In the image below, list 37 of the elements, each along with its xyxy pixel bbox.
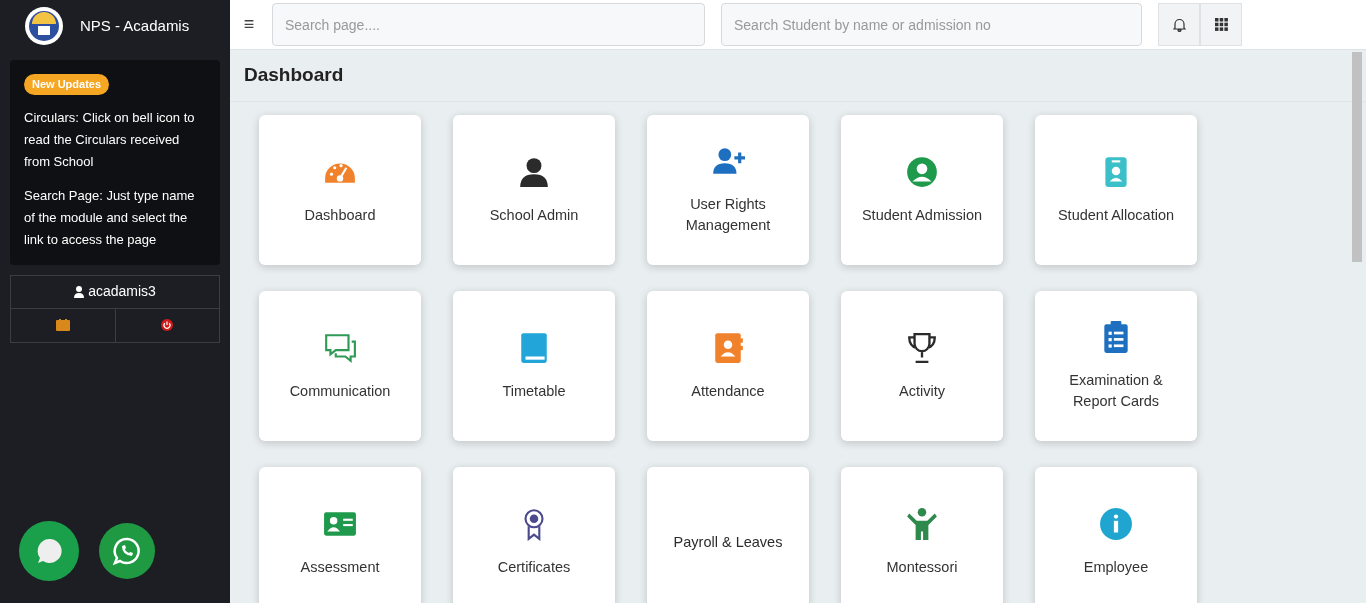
module-tile[interactable]: Payroll & Leaves	[647, 467, 809, 603]
chat-bubble-icon	[35, 537, 63, 565]
module-tile[interactable]: User Rights Management	[647, 115, 809, 265]
calendar-icon	[55, 319, 70, 331]
app-title: NPS - Acadamis	[80, 15, 190, 36]
power-icon	[161, 319, 174, 331]
module-tile[interactable]: Communication	[259, 291, 421, 441]
whatsapp-button[interactable]	[99, 523, 155, 579]
bell-icon	[1172, 17, 1186, 32]
module-tile[interactable]: Certificates	[453, 467, 615, 603]
module-tile[interactable]: Montessori	[841, 467, 1003, 603]
module-tile[interactable]: Assessment	[259, 467, 421, 603]
page-title: Dashboard	[244, 63, 344, 88]
module-tile[interactable]: Student Admission	[841, 115, 1003, 265]
user-icon	[74, 285, 85, 298]
apps-button[interactable]	[1200, 3, 1242, 46]
module-tile[interactable]: Student Allocation	[1035, 115, 1197, 265]
module-tile[interactable]: Dashboard	[259, 115, 421, 265]
module-tile[interactable]: Attendance	[647, 291, 809, 441]
module-tile[interactable]: School Admin	[453, 115, 615, 265]
new-updates-badge: New Updates	[24, 74, 110, 95]
update-text: Search Page: Just type name of the module and select the link to access the page	[24, 186, 196, 249]
module-tile[interactable]: Employee	[1035, 467, 1197, 603]
scrollbar[interactable]	[1352, 52, 1362, 262]
chat-button[interactable]	[19, 521, 79, 581]
school-logo	[24, 6, 64, 46]
module-tile[interactable]: Examination & Report Cards	[1035, 291, 1197, 441]
grid-icon	[1214, 18, 1228, 31]
notifications-button[interactable]	[1158, 3, 1200, 46]
phone-chat-icon	[111, 535, 143, 567]
page-search-field[interactable]: Search page....	[272, 3, 705, 46]
module-tile[interactable]: Timetable	[453, 291, 615, 441]
menu-button[interactable]: ≡	[242, 11, 256, 38]
module-tile[interactable]: Activity	[841, 291, 1003, 441]
update-text: Circulars: Click on bell icon to read the Circulars received from School	[24, 108, 196, 171]
student-search-field[interactable]: Search Student by name or admission no	[721, 3, 1142, 46]
username: acadamis3	[88, 282, 156, 301]
